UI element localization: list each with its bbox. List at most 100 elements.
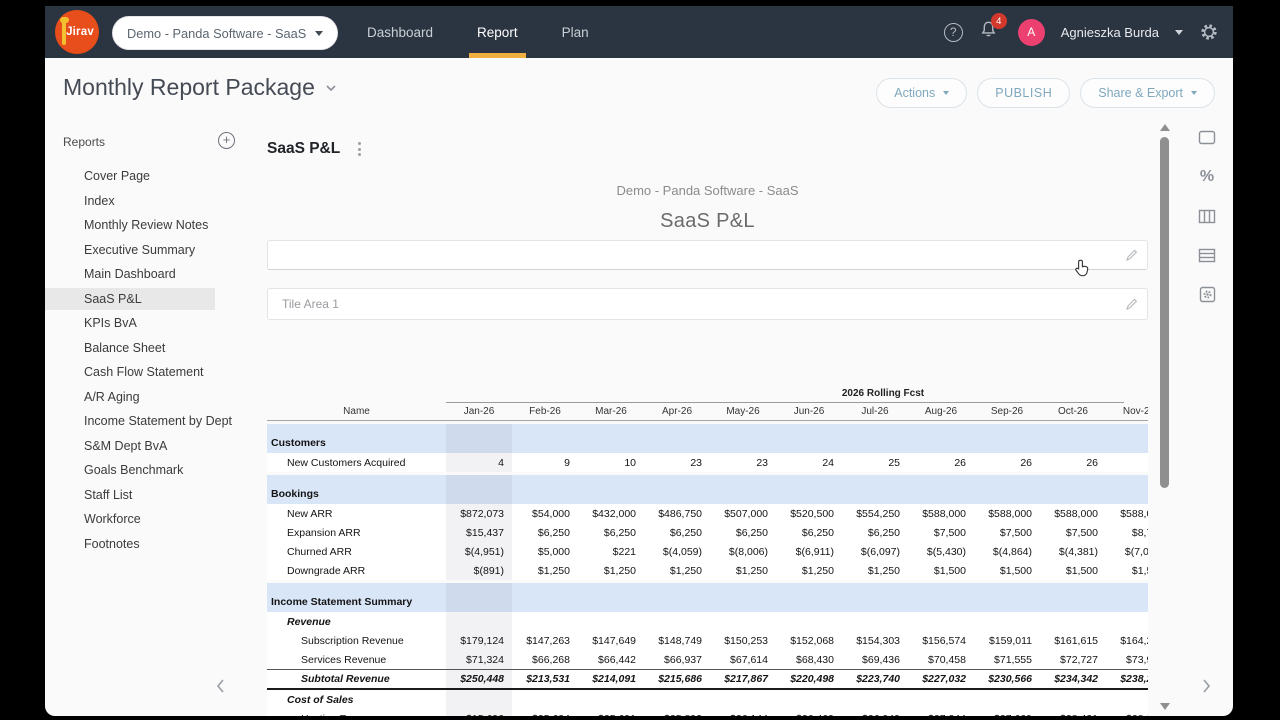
sidebar-item[interactable]: Workforce xyxy=(45,508,215,530)
value-cell: $214,091 xyxy=(578,673,644,685)
value-cell: $1,250 xyxy=(776,565,842,577)
tile-settings-icon[interactable] xyxy=(1197,284,1217,304)
percent-icon[interactable]: % xyxy=(1197,167,1217,187)
value-cell xyxy=(446,583,512,612)
share-export-button[interactable]: Share & Export xyxy=(1080,78,1215,108)
value-cell: $(8,006) xyxy=(710,546,776,558)
table-row-subheader: Cost of Sales xyxy=(267,690,1148,709)
tile-area-empty[interactable] xyxy=(267,240,1148,270)
nav-tab-dashboard[interactable]: Dashboard xyxy=(345,6,455,58)
scroll-down-arrow-icon[interactable] xyxy=(1160,703,1170,710)
column-header: Nov-26 xyxy=(1106,406,1148,417)
notifications-button[interactable]: 4 xyxy=(979,20,998,44)
sidebar-item[interactable]: Cover Page xyxy=(45,165,215,187)
gear-icon[interactable] xyxy=(1199,22,1219,42)
value-cell: $588,000 xyxy=(974,508,1040,520)
value-cell: $27,669 xyxy=(974,713,1040,717)
table-row-section: Customers xyxy=(267,424,1148,453)
value-cell: $28,900 xyxy=(1106,713,1148,717)
nav-tab-plan[interactable]: Plan xyxy=(540,6,611,58)
sidebar-item[interactable]: Income Statement by Dept xyxy=(45,410,215,432)
sidebar-item[interactable]: Main Dashboard xyxy=(45,263,215,285)
jirav-logo[interactable]: Jirav xyxy=(55,10,99,54)
comment-icon[interactable] xyxy=(1197,128,1217,148)
value-cell: $26,469 xyxy=(776,713,842,717)
sidebar-item[interactable]: A/R Aging xyxy=(45,386,215,408)
help-icon[interactable]: ? xyxy=(944,23,963,42)
row-label: Churned ARR xyxy=(267,546,446,558)
sidebar-item[interactable]: Cash Flow Statement xyxy=(45,361,215,383)
value-cell: $1,250 xyxy=(710,565,776,577)
row-label: Revenue xyxy=(267,616,446,628)
actions-button[interactable]: Actions xyxy=(876,78,967,108)
column-header: Name xyxy=(267,406,446,417)
sidebar-item[interactable]: SaaS P&L xyxy=(45,288,215,310)
value-cell xyxy=(446,612,512,631)
sidebar-item[interactable]: Staff List xyxy=(45,484,215,506)
value-cell: $161,615 xyxy=(1040,635,1106,647)
value-cell: $7,500 xyxy=(974,527,1040,539)
sidebar-item[interactable]: KPIs BvA xyxy=(45,312,215,334)
edit-pencil-icon[interactable] xyxy=(1124,297,1139,312)
value-cell: $156,574 xyxy=(908,635,974,647)
value-cell: $(4,381) xyxy=(1040,546,1106,558)
value-cell: $68,430 xyxy=(776,654,842,666)
page-header: Monthly Report Package Actions PUBLISH S… xyxy=(45,58,1233,120)
next-page-chevron-icon[interactable] xyxy=(1201,678,1212,694)
rows-icon[interactable] xyxy=(1197,245,1217,265)
value-cell xyxy=(446,690,512,709)
table-row-section: Income Statement Summary xyxy=(267,583,1148,612)
sidebar-item[interactable]: Goals Benchmark xyxy=(45,459,215,481)
value-cell xyxy=(446,424,512,453)
value-cell: $588,000 xyxy=(1040,508,1106,520)
publish-button[interactable]: PUBLISH xyxy=(977,78,1070,108)
value-cell: 4 xyxy=(446,453,512,472)
value-cell: $6,250 xyxy=(644,527,710,539)
scroll-up-arrow-icon[interactable] xyxy=(1160,124,1170,131)
value-cell: $220,498 xyxy=(776,673,842,685)
columns-icon[interactable] xyxy=(1197,206,1217,226)
row-label: New ARR xyxy=(267,508,446,520)
value-cell: 26 xyxy=(1040,457,1106,469)
prev-page-chevron-icon[interactable] xyxy=(215,678,226,694)
sidebar-item[interactable]: Monthly Review Notes xyxy=(45,214,215,236)
add-report-button[interactable]: + xyxy=(218,132,235,149)
sidebar-item[interactable]: Footnotes xyxy=(45,533,215,555)
row-label: Cost of Sales xyxy=(267,694,446,706)
value-cell xyxy=(446,475,512,504)
value-cell: $147,649 xyxy=(578,635,644,647)
edit-pencil-icon[interactable] xyxy=(1124,248,1139,263)
column-header: Jul-26 xyxy=(842,406,908,417)
avatar[interactable]: A xyxy=(1018,19,1045,46)
value-cell: $5,000 xyxy=(512,546,578,558)
scrollbar-thumb[interactable] xyxy=(1160,137,1169,488)
value-cell: $71,324 xyxy=(446,650,512,669)
reports-sidebar: Reports + Cover PageIndexMonthly Review … xyxy=(45,120,257,716)
kebab-menu-icon[interactable] xyxy=(356,140,363,158)
row-label: Expansion ARR xyxy=(267,527,446,539)
sidebar-item[interactable]: S&M Dept BvA xyxy=(45,435,215,457)
value-cell: $507,000 xyxy=(710,508,776,520)
value-cell: $(891) xyxy=(446,561,512,580)
nav-tab-report[interactable]: Report xyxy=(455,6,540,58)
report-title: SaaS P&L xyxy=(267,140,340,158)
value-cell: $250,448 xyxy=(446,670,512,688)
sidebar-item[interactable]: Index xyxy=(45,190,215,212)
company-selector[interactable]: Demo - Panda Software - SaaS xyxy=(113,17,337,49)
sidebar-item[interactable]: Executive Summary xyxy=(45,239,215,261)
value-cell: $159,011 xyxy=(974,635,1040,647)
value-cell: $223,740 xyxy=(842,673,908,685)
value-cell: $1,500 xyxy=(908,565,974,577)
value-cell: $(4,951) xyxy=(446,542,512,561)
user-menu[interactable]: Agnieszka Burda xyxy=(1061,25,1159,40)
tile-area-1[interactable]: Tile Area 1 xyxy=(267,288,1148,320)
value-cell: $67,614 xyxy=(710,654,776,666)
title-chevron-down-icon[interactable] xyxy=(325,84,337,92)
value-cell: $6,250 xyxy=(842,527,908,539)
value-cell: $221 xyxy=(578,546,644,558)
sidebar-item[interactable]: Balance Sheet xyxy=(45,337,215,359)
user-menu-chevron-icon[interactable] xyxy=(1175,30,1183,35)
table-row-section: Bookings xyxy=(267,475,1148,504)
chevron-down-icon xyxy=(1191,91,1197,95)
value-cell: $7,500 xyxy=(908,527,974,539)
